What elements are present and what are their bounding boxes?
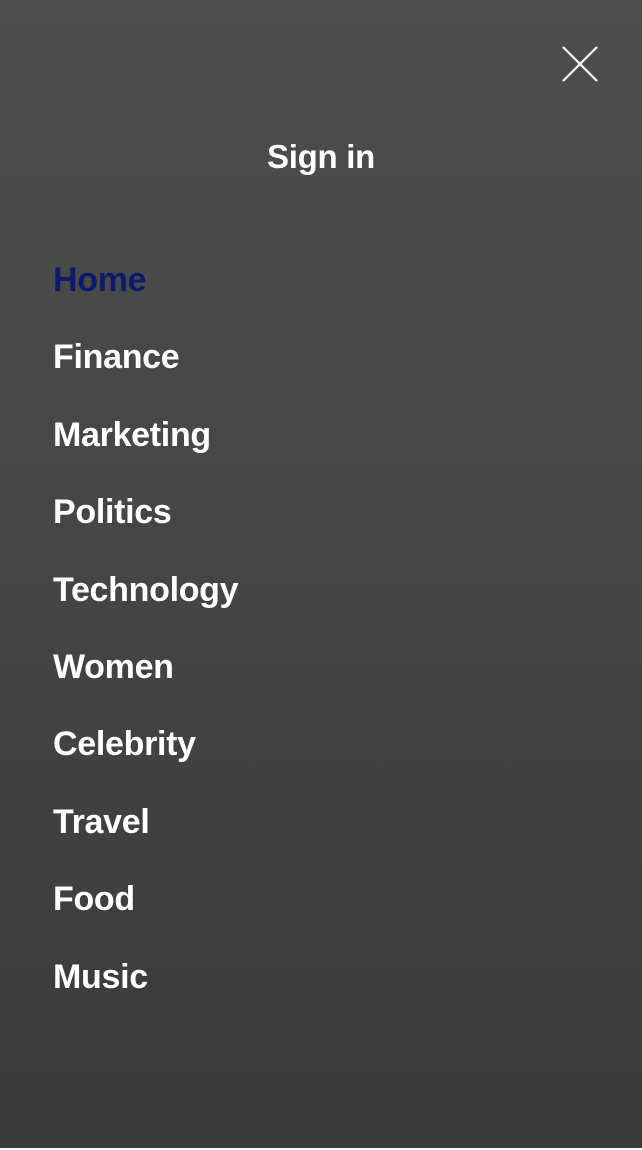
navigation-menu-overlay: Sign in Home Finance Marketing Politics … (0, 0, 642, 1148)
sign-in-link[interactable]: Sign in (0, 136, 642, 178)
close-icon (562, 46, 598, 82)
nav-item-politics[interactable]: Politics (53, 486, 238, 563)
nav-item-technology[interactable]: Technology (53, 564, 239, 641)
nav-item-music[interactable]: Music (53, 951, 238, 1028)
nav-item-travel[interactable]: Travel (53, 796, 238, 873)
nav-item-home[interactable]: Home (53, 254, 238, 331)
nav-menu-list: Home Finance Marketing Politics Technolo… (53, 254, 239, 1028)
close-button[interactable] (558, 42, 602, 86)
nav-item-women[interactable]: Women (53, 641, 238, 718)
nav-item-celebrity[interactable]: Celebrity (53, 718, 238, 795)
nav-item-finance[interactable]: Finance (53, 331, 238, 408)
nav-item-food[interactable]: Food (53, 873, 238, 950)
nav-item-marketing[interactable]: Marketing (53, 409, 238, 486)
